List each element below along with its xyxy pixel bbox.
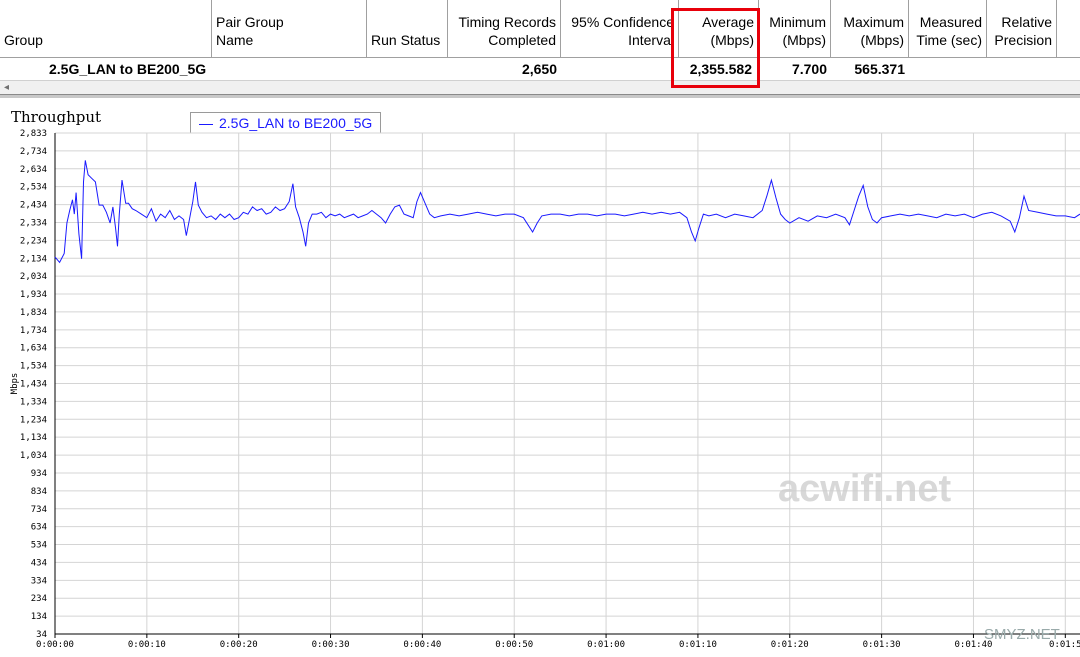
- column-header-label: Group: [4, 32, 43, 48]
- y-tick-label: 534: [31, 541, 47, 551]
- y-tick-label: 134: [31, 612, 47, 622]
- column-header-group[interactable]: Group: [0, 0, 212, 58]
- x-tick-label: 0:01:10: [679, 640, 717, 650]
- column-header-label: Pair Group Name: [216, 14, 284, 48]
- column-header-spacer: [1057, 0, 1080, 58]
- y-tick-label: 1,934: [20, 290, 47, 300]
- x-tick-label: 0:00:30: [312, 640, 350, 650]
- column-header-label: 95% Confidence Interval: [571, 14, 674, 48]
- chart-series: [54, 160, 1080, 264]
- y-tick-label: 834: [31, 487, 47, 497]
- column-header-label: Timing Records Completed: [458, 14, 556, 48]
- column-header-minimum[interactable]: Minimum (Mbps): [759, 0, 831, 58]
- y-tick-label: 34: [36, 630, 47, 640]
- x-tick-label: 0:00:00: [36, 640, 74, 650]
- column-header-measured-time[interactable]: Measured Time (sec): [909, 0, 987, 58]
- x-tick-label: 0:00:10: [128, 640, 166, 650]
- y-tick-label: 1,834: [20, 308, 47, 318]
- column-header-label: Minimum (Mbps): [769, 14, 826, 48]
- group-name-cell: 2.5G_LAN to BE200_5G: [49, 61, 207, 77]
- series-line: [54, 160, 1080, 264]
- y-tick-label: 1,334: [20, 397, 47, 407]
- throughput-chart: 2,833 2,734 2,634 2,534 2,434 2,334 2,234 2,134…: [10, 129, 1080, 650]
- x-tick-label: 0:01:00: [587, 640, 625, 650]
- y-tick-label: 1,134: [20, 433, 47, 443]
- throughput-chart-panel: Throughput 2.5G_LAN to BE200_5G 2,833 2,7…: [0, 98, 1080, 657]
- y-tick-label: 1,734: [20, 326, 47, 336]
- column-header-label: Run Status: [371, 32, 441, 48]
- column-header-pair-group-name[interactable]: Pair Group Name: [212, 0, 367, 58]
- statistics-table: Group Pair Group Name Run Status Timing …: [0, 0, 1080, 96]
- y-tick-label: 2,334: [20, 218, 47, 228]
- column-header-confidence-interval[interactable]: 95% Confidence Interval: [561, 0, 679, 58]
- chart-tick-labels: 2,833 2,734 2,634 2,534 2,434 2,334 2,234 2,134…: [10, 129, 1080, 650]
- y-tick-label: 2,234: [20, 236, 47, 246]
- minimum-cell: 7.700: [791, 61, 827, 77]
- chart-grid: [54, 132, 1080, 635]
- horizontal-scrollbar[interactable]: ◂: [0, 80, 1080, 95]
- y-tick-label: 734: [31, 505, 47, 515]
- column-header-maximum[interactable]: Maximum (Mbps): [831, 0, 909, 58]
- column-header-label: Relative Precision: [994, 14, 1052, 48]
- table-row[interactable]: 2.5G_LAN to BE200_5G 2,650 2,355.582 7.7…: [0, 58, 1080, 91]
- corner-watermark: SMYZ.NET: [984, 626, 1060, 643]
- x-tick-label: 0:01:20: [771, 640, 809, 650]
- column-header-run-status[interactable]: Run Status: [367, 0, 448, 58]
- y-tick-label: 634: [31, 523, 47, 533]
- y-tick-label: 2,634: [20, 165, 47, 175]
- watermark: acwifi.net: [778, 468, 952, 510]
- y-tick-label: 2,134: [20, 254, 47, 264]
- y-tick-label: 1,534: [20, 362, 47, 372]
- y-tick-label: 1,434: [20, 380, 47, 390]
- y-tick-label: 2,833: [20, 129, 47, 139]
- y-tick-label: 2,734: [20, 147, 47, 157]
- y-tick-label: 1,034: [20, 451, 47, 461]
- y-tick-label: 1,234: [20, 415, 47, 425]
- y-tick-label: 2,034: [20, 272, 47, 282]
- x-tick-label: 0:00:50: [495, 640, 533, 650]
- x-tick-label: 0:00:40: [403, 640, 441, 650]
- column-header-relative-precision[interactable]: Relative Precision: [987, 0, 1057, 58]
- y-axis-label: Mbps: [10, 373, 20, 395]
- x-tick-label: 0:00:20: [220, 640, 258, 650]
- maximum-cell: 565.371: [854, 61, 905, 77]
- column-header-label: Maximum (Mbps): [843, 14, 904, 48]
- scroll-left-icon[interactable]: ◂: [4, 81, 9, 95]
- y-tick-label: 334: [31, 576, 47, 586]
- column-header-timing-records[interactable]: Timing Records Completed: [448, 0, 561, 58]
- y-tick-label: 1,634: [20, 344, 47, 354]
- y-tick-label: 2,434: [20, 201, 47, 211]
- y-tick-label: 234: [31, 594, 47, 604]
- timing-records-cell: 2,650: [521, 61, 557, 77]
- y-tick-label: 2,534: [20, 183, 47, 193]
- y-tick-label: 434: [31, 558, 47, 568]
- x-tick-label: 0:01:30: [863, 640, 901, 650]
- average-highlight-box: [671, 8, 760, 88]
- y-tick-label: 934: [31, 469, 47, 479]
- column-header-label: Measured Time (sec): [916, 14, 982, 48]
